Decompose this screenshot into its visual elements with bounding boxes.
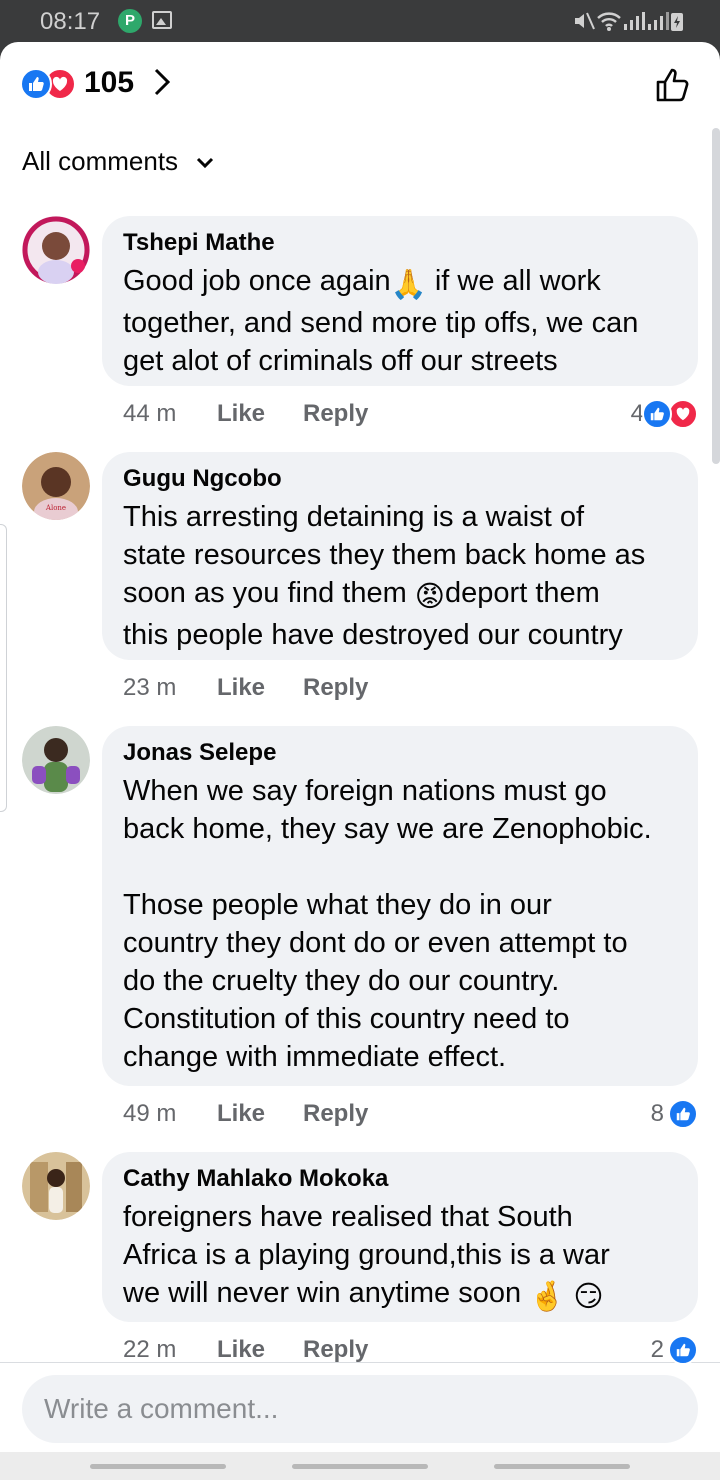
angry-face-emoji: 😡 xyxy=(414,581,446,613)
smirking-face-emoji: 😏 xyxy=(573,1281,604,1313)
mute-icon xyxy=(575,12,595,30)
comment-bubble[interactable]: Gugu Ngcobo This arresting detaining is … xyxy=(102,452,698,660)
chevron-down-icon xyxy=(197,158,214,169)
comment-text: When we say foreign nations must go back… xyxy=(123,775,652,1073)
status-bar: 08:17 P xyxy=(0,0,720,42)
like-button[interactable]: Like xyxy=(217,674,303,702)
image-icon xyxy=(152,11,172,29)
comment-author[interactable]: Cathy Mahlako Mokoka xyxy=(123,1164,678,1194)
nav-home-button[interactable] xyxy=(292,1464,428,1469)
nav-back-button[interactable] xyxy=(494,1464,630,1469)
like-reaction-icon xyxy=(642,399,672,429)
comments-sheet: 105 All comments Tshepi Mathe Good job o… xyxy=(0,42,720,1480)
avatar[interactable] xyxy=(22,1152,90,1220)
avatar[interactable] xyxy=(22,726,90,794)
reply-button[interactable]: Reply xyxy=(303,674,368,702)
reply-button[interactable]: Reply xyxy=(303,400,368,428)
comment-meta: 44 m Like Reply xyxy=(123,400,368,428)
navigation-bar xyxy=(0,1452,720,1480)
crossed-fingers-emoji: 🤞 xyxy=(529,1281,566,1313)
app-p-icon: P xyxy=(118,9,142,33)
chevron-right-icon[interactable] xyxy=(152,66,172,98)
like-post-icon[interactable] xyxy=(654,66,692,104)
comment-time: 22 m xyxy=(123,1336,177,1363)
reply-button[interactable]: Reply xyxy=(303,1336,368,1364)
like-button[interactable]: Like xyxy=(217,1100,303,1128)
comment-meta: 23 m Like Reply xyxy=(123,674,368,702)
comment-time: 49 m xyxy=(123,1100,177,1127)
status-icons xyxy=(572,9,684,32)
comment-author[interactable]: Gugu Ngcobo xyxy=(123,464,678,494)
like-reaction-icon xyxy=(668,1099,698,1129)
comment-time: 23 m xyxy=(123,674,177,701)
scrollbar[interactable] xyxy=(712,128,720,464)
status-time: 08:17 xyxy=(40,8,101,35)
comment-text: foreigners have realised that South Afri… xyxy=(123,1198,678,1316)
comment-input[interactable] xyxy=(22,1375,698,1443)
comment-time: 44 m xyxy=(123,400,177,427)
sort-label: All comments xyxy=(22,146,179,176)
avatar[interactable]: Alone xyxy=(22,452,90,520)
comment-bubble[interactable]: Tshepi Mathe Good job once again🙏 if we … xyxy=(102,216,698,386)
comment-reaction-count[interactable]: 8 xyxy=(638,1099,698,1130)
comment-meta: 49 m Like Reply xyxy=(123,1100,368,1128)
love-reaction-icon xyxy=(668,399,698,429)
svg-text:Alone: Alone xyxy=(45,504,66,512)
comment-bubble[interactable]: Cathy Mahlako Mokoka foreigners have rea… xyxy=(102,1152,698,1322)
edge-panel-handle[interactable] xyxy=(0,524,7,812)
nav-recents-button[interactable] xyxy=(90,1464,226,1469)
reaction-icons xyxy=(20,68,76,100)
comment-author[interactable]: Tshepi Mathe xyxy=(123,228,678,258)
like-button[interactable]: Like xyxy=(217,400,303,428)
like-reaction-icon xyxy=(668,1335,698,1365)
reactions-header[interactable]: 105 xyxy=(0,42,720,126)
signal-icon xyxy=(648,11,669,30)
comment-bubble[interactable]: Jonas Selepe When we say foreign nations… xyxy=(102,726,698,1086)
comment-author[interactable]: Jonas Selepe xyxy=(123,738,678,768)
comment-text: This arresting detaining is a waist of s… xyxy=(123,501,646,651)
comment-meta: 22 m Like Reply xyxy=(123,1336,368,1364)
folded-hands-emoji: 🙏 xyxy=(390,269,427,301)
reply-button[interactable]: Reply xyxy=(303,1100,368,1128)
signal-icon xyxy=(624,11,645,30)
reaction-count[interactable]: 105 xyxy=(84,66,134,100)
comment-text: Good job once again🙏 if we all work toge… xyxy=(123,265,639,377)
battery-charging-icon xyxy=(671,12,683,31)
comment-reaction-count[interactable]: 4 xyxy=(608,399,698,430)
like-button[interactable]: Like xyxy=(217,1336,303,1364)
sort-dropdown[interactable]: All comments xyxy=(22,146,215,177)
wifi-icon xyxy=(597,12,621,31)
like-reaction-icon xyxy=(20,68,52,100)
avatar[interactable] xyxy=(22,216,90,284)
